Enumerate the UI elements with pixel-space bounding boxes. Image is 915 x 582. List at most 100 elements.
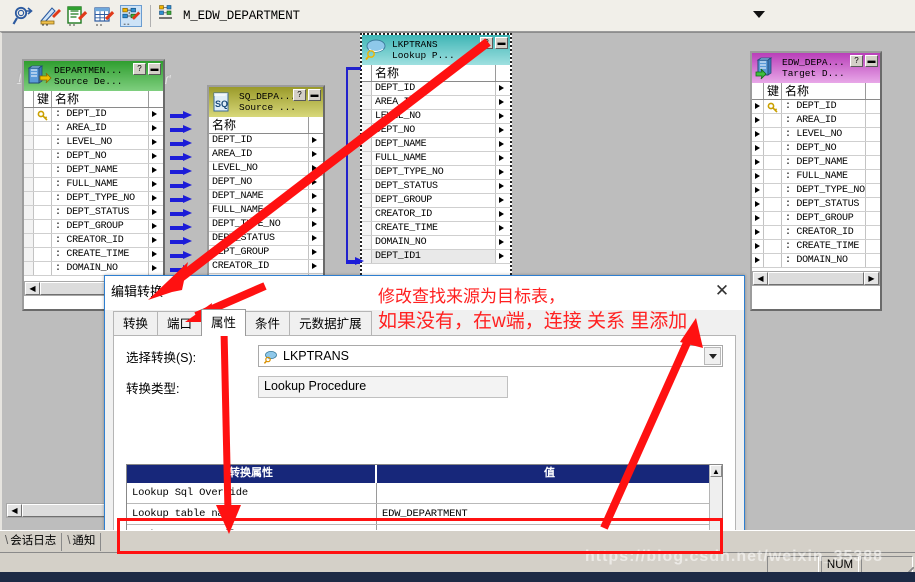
field-row[interactable]: DOMAIN_NO	[362, 236, 510, 250]
minimize-button[interactable]: ▬	[495, 37, 508, 49]
field-row[interactable]: LEVEL_NO	[362, 110, 510, 124]
field-row[interactable]: : DEPT_GROUP	[24, 220, 163, 234]
scroll-right-button[interactable]: ▶	[864, 272, 879, 285]
tab-2[interactable]: 属性	[201, 309, 247, 336]
find-icon[interactable]	[12, 5, 34, 27]
field-row[interactable]: : FULL_NAME	[752, 170, 880, 184]
row-selector[interactable]	[24, 262, 34, 275]
field-row[interactable]: DEPT_TYPE_NO	[209, 218, 323, 232]
field-row[interactable]: DEPT_GROUP	[362, 194, 510, 208]
field-row[interactable]: CREATOR_ID	[209, 260, 323, 274]
field-row[interactable]: : CREATE_TIME	[24, 248, 163, 262]
field-row[interactable]: DEPT_STATUS	[209, 232, 323, 246]
row-selector[interactable]	[24, 150, 34, 163]
help-button[interactable]: ?	[480, 37, 493, 49]
output-tab-0[interactable]: 会话日志	[0, 533, 63, 551]
link-arrow[interactable]	[170, 167, 192, 176]
minimize-button[interactable]: ▬	[308, 89, 321, 101]
field-row[interactable]: DEPT_ID1	[362, 250, 510, 264]
scroll-left-button[interactable]: ◀	[753, 272, 768, 285]
field-row[interactable]: DEPT_NAME	[362, 138, 510, 152]
field-row[interactable]: DEPT_TYPE_NO	[362, 166, 510, 180]
editor-icon[interactable]	[66, 5, 88, 27]
row-selector[interactable]	[24, 220, 34, 233]
field-row[interactable]: FULL_NAME	[209, 204, 323, 218]
field-row[interactable]: : DEPT_STATUS	[752, 198, 880, 212]
row-selector[interactable]	[362, 110, 372, 123]
field-row[interactable]: DEPT_STATUS	[362, 180, 510, 194]
field-row[interactable]: AREA_ID	[362, 96, 510, 110]
window-buttons[interactable]: ? ▬	[133, 63, 161, 75]
field-row[interactable]: : DEPT_NO	[24, 150, 163, 164]
link-arrow[interactable]	[170, 125, 192, 134]
link-arrow[interactable]	[170, 139, 192, 148]
field-row[interactable]: : CREATOR_ID	[24, 234, 163, 248]
window-titlebar[interactable]: SQ SQ_DEPA... Source ... ? ▬	[209, 87, 323, 117]
field-row[interactable]: : DEPT_NO	[752, 142, 880, 156]
field-row[interactable]: : CREATOR_ID	[752, 226, 880, 240]
mapping-designer-icon[interactable]	[120, 4, 142, 27]
field-row[interactable]: AREA_ID	[209, 148, 323, 162]
select-transform-combo[interactable]: LKPTRANS	[258, 345, 723, 367]
tab-4[interactable]: 元数据扩展	[289, 311, 372, 336]
field-row[interactable]: : DEPT_NAME	[752, 156, 880, 170]
link-arrow[interactable]	[170, 111, 192, 120]
field-row[interactable]: : DEPT_ID	[752, 100, 880, 114]
field-row[interactable]: LEVEL_NO	[209, 162, 323, 176]
field-row[interactable]: DEPT_GROUP	[209, 246, 323, 260]
scroll-left-button[interactable]: ◀	[7, 504, 22, 517]
help-button[interactable]: ?	[850, 55, 863, 67]
row-selector[interactable]	[24, 164, 34, 177]
field-row[interactable]: DEPT_NO	[209, 176, 323, 190]
row-selector[interactable]	[362, 208, 372, 221]
link-arrow[interactable]	[170, 251, 192, 260]
help-button[interactable]: ?	[293, 89, 306, 101]
row-selector[interactable]	[362, 124, 372, 137]
close-icon[interactable]: ✕	[700, 276, 744, 306]
window-buttons[interactable]: ? ▬	[480, 37, 508, 49]
field-row[interactable]: : DEPT_TYPE_NO	[752, 184, 880, 198]
field-row[interactable]: CREATE_TIME	[362, 222, 510, 236]
link-arrow[interactable]	[170, 209, 192, 218]
row-selector[interactable]	[362, 194, 372, 207]
row-selector[interactable]	[362, 152, 372, 165]
row-selector[interactable]	[362, 236, 372, 249]
window-buttons[interactable]: ? ▬	[850, 55, 878, 67]
chevron-down-icon[interactable]	[753, 10, 765, 18]
field-row[interactable]: DEPT_NO	[362, 124, 510, 138]
link-arrow[interactable]	[170, 237, 192, 246]
field-row[interactable]: : DEPT_NAME	[24, 164, 163, 178]
row-selector[interactable]	[24, 122, 34, 135]
output-tabs[interactable]: 会话日志通知	[0, 533, 102, 551]
tab-0[interactable]: 转换	[113, 311, 159, 336]
field-list[interactable]: : DEPT_ID: AREA_ID: LEVEL_NO: DEPT_NO: D…	[752, 100, 880, 268]
row-selector[interactable]	[362, 82, 372, 95]
property-value[interactable]: EDW_DEPARTMENT	[377, 504, 722, 524]
field-row[interactable]: : LEVEL_NO	[24, 136, 163, 150]
field-row[interactable]: : DEPT_GROUP	[752, 212, 880, 226]
link-arrow[interactable]	[170, 195, 192, 204]
target-hscrollbar[interactable]: ◀ ▶	[752, 271, 880, 286]
minimize-button[interactable]: ▬	[865, 55, 878, 67]
row-selector[interactable]	[24, 178, 34, 191]
field-row[interactable]: : DOMAIN_NO	[752, 254, 880, 268]
chevron-down-icon[interactable]	[704, 347, 721, 365]
row-selector[interactable]	[24, 234, 34, 247]
property-row[interactable]: Lookup table name EDW_DEPARTMENT	[127, 504, 722, 525]
field-row[interactable]: FULL_NAME	[362, 152, 510, 166]
table-icon[interactable]	[93, 5, 115, 27]
field-row[interactable]: DEPT_NAME	[209, 190, 323, 204]
help-button[interactable]: ?	[133, 63, 146, 75]
scroll-up-button[interactable]: ▲	[710, 465, 722, 477]
row-selector[interactable]	[24, 192, 34, 205]
field-row[interactable]: : LEVEL_NO	[752, 128, 880, 142]
minimize-button[interactable]: ▬	[148, 63, 161, 75]
row-selector[interactable]	[362, 138, 372, 151]
row-selector[interactable]	[362, 222, 372, 235]
scroll-left-button[interactable]: ◀	[25, 282, 40, 295]
link-arrow[interactable]	[170, 223, 192, 232]
field-row[interactable]: : AREA_ID	[752, 114, 880, 128]
tab-3[interactable]: 条件	[245, 311, 291, 336]
mapping-combo[interactable]: M_EDW_DEPARTMENT	[159, 5, 905, 27]
field-row[interactable]: CREATOR_ID	[362, 208, 510, 222]
